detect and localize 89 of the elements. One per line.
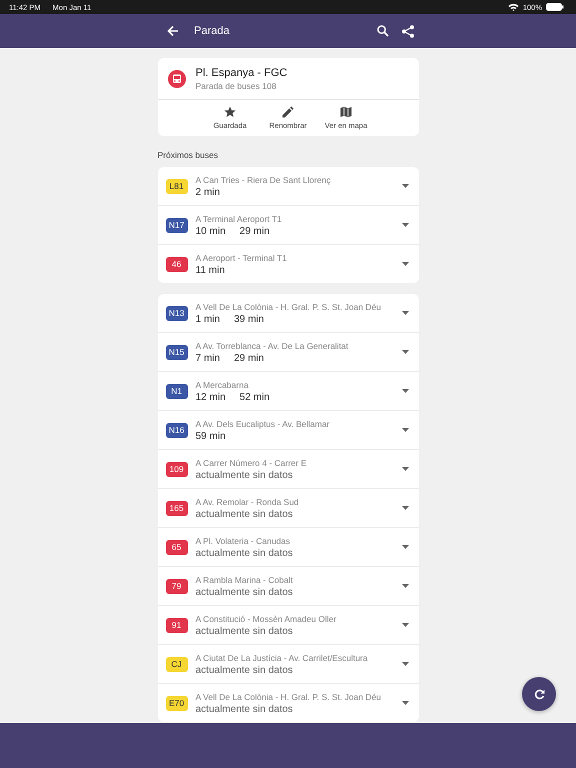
destination: A Mercabarna bbox=[196, 380, 250, 390]
no-data-text: actualmente sin datos bbox=[196, 586, 293, 598]
line-badge: N13 bbox=[166, 306, 188, 320]
refresh-icon bbox=[534, 688, 544, 700]
map-icon bbox=[340, 106, 352, 118]
departure-row[interactable]: L81 A Can Tries - Riera De Sant Llorenç 2 min bbox=[158, 167, 418, 206]
caret-icon bbox=[402, 701, 408, 705]
departure-row[interactable]: 165 A Av. Remolar - Ronda Sud actualmente sin datos bbox=[158, 489, 418, 528]
arrival-time: 52 min bbox=[240, 392, 270, 402]
departure-row[interactable]: 65 A Pl. Volateria - Canudas actualmente sin datos bbox=[158, 528, 418, 567]
line-badge: 79 bbox=[166, 578, 188, 594]
destination: A Vell De La Colònia - H. Gral. P. S. St. Joan Déu bbox=[196, 692, 382, 702]
app-bar-title: Parada bbox=[194, 25, 230, 37]
destination: A Ciutat De La Justícia - Av. Carrilet/Escultura bbox=[196, 652, 369, 662]
caret-icon bbox=[402, 584, 408, 588]
line-badge: N16 bbox=[166, 422, 188, 438]
wifi-icon bbox=[508, 3, 519, 11]
arrival-time: 10 min bbox=[196, 226, 226, 236]
pencil-icon bbox=[282, 106, 294, 118]
star-icon bbox=[224, 106, 236, 118]
destination: A Vell De La Colònia - H. Gral. P. S. St. Joan Déu bbox=[196, 302, 382, 312]
destination: A Carrer Número 4 - Carrer E bbox=[196, 458, 308, 468]
caret-icon bbox=[402, 545, 408, 549]
section-title: Próximos buses bbox=[158, 150, 219, 160]
departure-row[interactable]: 91 A Constitució - Mossèn Amadeu Oller actualmente sin datos bbox=[158, 606, 418, 645]
search-icon[interactable] bbox=[377, 25, 389, 37]
line-badge: 91 bbox=[166, 618, 188, 632]
arrival-time: 11 min bbox=[196, 264, 225, 276]
bus-icon bbox=[168, 70, 186, 88]
destination: A Rambla Marina - Cobalt bbox=[196, 574, 294, 584]
line-badge: N1 bbox=[166, 384, 188, 398]
no-data-text: actualmente sin datos bbox=[196, 508, 293, 520]
caret-icon bbox=[402, 389, 408, 393]
no-data-text: actualmente sin datos bbox=[196, 548, 293, 558]
line-badge: E70 bbox=[166, 696, 188, 710]
stop-name: Pl. Espanya - FGC bbox=[196, 67, 288, 79]
no-data-text: actualmente sin datos bbox=[196, 664, 293, 676]
caret-icon bbox=[402, 662, 408, 666]
departure-row[interactable]: 79 A Rambla Marina - Cobalt actualmente sin datos bbox=[158, 567, 418, 606]
line-badge: N15 bbox=[166, 344, 188, 360]
arrival-time: 7 min bbox=[196, 352, 220, 364]
refresh-button[interactable] bbox=[522, 677, 556, 711]
line-badge: 109 bbox=[166, 462, 188, 476]
line-badge: 165 bbox=[166, 500, 188, 516]
departure-row[interactable]: N15 A Av. Torreblanca - Av. De La Generalitat 7 min 29 min bbox=[158, 333, 418, 372]
destination: A Terminal Aeroport T1 bbox=[196, 214, 283, 224]
departure-row[interactable]: N17 A Terminal Aeroport T1 10 min 29 min bbox=[158, 206, 418, 245]
caret-icon bbox=[402, 311, 408, 315]
destination: A Av. Torreblanca - Av. De La Generalitat bbox=[196, 340, 350, 350]
departure-row[interactable]: E70 A Vell De La Colònia - H. Gral. P. S. St. Joan Déu actualmente sin datos bbox=[158, 684, 418, 722]
caret-icon bbox=[402, 467, 408, 471]
no-data-text: actualmente sin datos bbox=[196, 704, 293, 714]
arrival-time: 12 min bbox=[196, 392, 226, 402]
departure-row[interactable]: N16 A Av. Dels Eucaliptus - Av. Bellamar 59 min bbox=[158, 411, 418, 450]
destination: A Aeroport - Terminal T1 bbox=[196, 252, 288, 262]
departure-row[interactable]: CJ A Ciutat De La Justícia - Av. Carrilet/Escultura actualmente sin datos bbox=[158, 645, 418, 684]
caret-icon bbox=[402, 223, 408, 227]
battery-icon bbox=[546, 3, 564, 11]
line-badge: L81 bbox=[166, 178, 188, 194]
arrival-time: 59 min bbox=[196, 430, 226, 442]
destination: A Constitució - Mossèn Amadeu Oller bbox=[196, 614, 338, 624]
line-badge: N17 bbox=[166, 218, 188, 232]
destination: A Pl. Volateria - Canudas bbox=[196, 536, 292, 546]
line-badge: 46 bbox=[166, 256, 188, 272]
arrival-time: 2 min bbox=[196, 186, 220, 198]
line-badge: CJ bbox=[166, 656, 188, 672]
caret-icon bbox=[402, 623, 408, 627]
arrival-time: 29 min bbox=[234, 352, 264, 364]
arrival-time: 1 min bbox=[196, 314, 220, 324]
caret-icon bbox=[402, 428, 408, 432]
caret-icon bbox=[402, 262, 408, 266]
line-badge: 65 bbox=[166, 540, 188, 554]
stop-number: Parada de buses 108 bbox=[196, 81, 278, 91]
arrival-time: 39 min bbox=[234, 314, 264, 324]
caret-icon bbox=[402, 506, 408, 510]
no-data-text: actualmente sin datos bbox=[196, 626, 293, 636]
destination: A Can Tries - Riera De Sant Llorenç bbox=[196, 174, 332, 184]
departure-row[interactable]: N13 A Vell De La Colònia - H. Gral. P. S. St. Joan Déu 1 min 39 min bbox=[158, 294, 418, 333]
no-data-text: actualmente sin datos bbox=[196, 470, 293, 480]
departure-row[interactable]: N1 A Mercabarna 12 min 52 min bbox=[158, 372, 418, 411]
caret-icon bbox=[402, 350, 408, 354]
departure-row[interactable]: 46 A Aeroport - Terminal T1 11 min bbox=[158, 245, 418, 283]
arrival-time: 29 min bbox=[240, 226, 270, 236]
caret-icon bbox=[402, 184, 408, 188]
back-icon[interactable] bbox=[167, 25, 179, 37]
destination: A Av. Dels Eucaliptus - Av. Bellamar bbox=[196, 418, 331, 428]
destination: A Av. Remolar - Ronda Sud bbox=[196, 496, 300, 506]
departure-row[interactable]: 109 A Carrer Número 4 - Carrer E actualmente sin datos bbox=[158, 450, 418, 489]
share-icon[interactable] bbox=[402, 24, 414, 38]
